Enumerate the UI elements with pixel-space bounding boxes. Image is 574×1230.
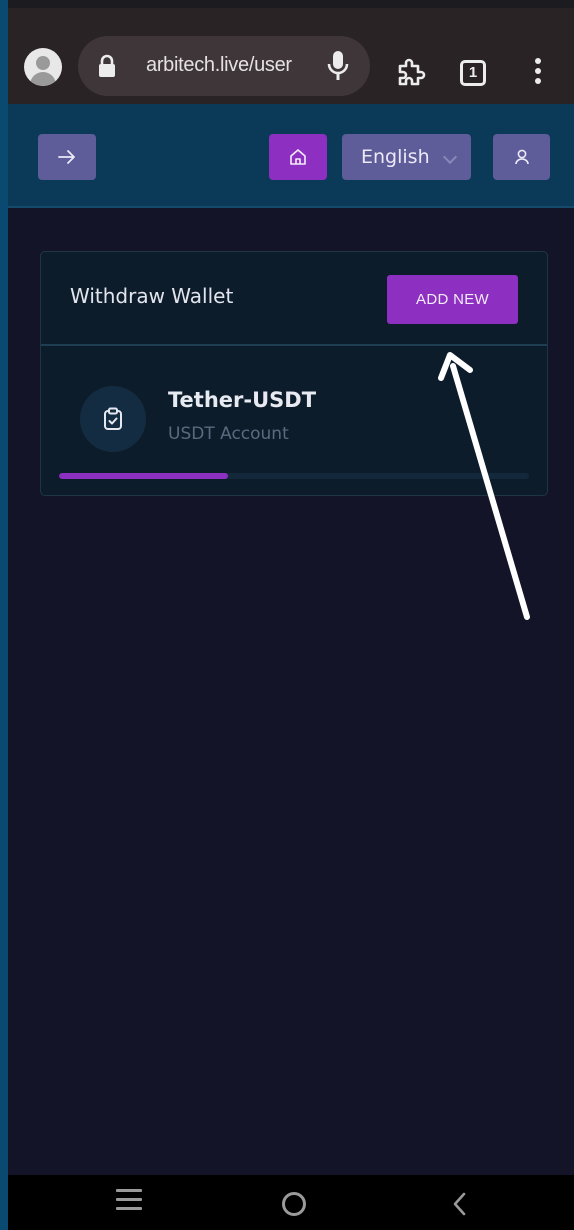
user-menu-button[interactable] xyxy=(493,134,550,180)
user-icon xyxy=(514,149,529,165)
mic-icon[interactable] xyxy=(326,50,350,82)
status-bar xyxy=(8,0,574,8)
browser-toolbar: arbitech.live/user 1 xyxy=(8,8,574,104)
chevron-down-icon xyxy=(442,149,458,165)
system-nav-bar xyxy=(8,1175,574,1230)
lock-icon xyxy=(99,54,115,77)
clipboard-check-icon xyxy=(104,407,122,430)
tab-switcher-icon[interactable]: 1 xyxy=(460,60,486,86)
language-select[interactable]: English xyxy=(342,134,471,180)
back-chevron-icon[interactable] xyxy=(448,1191,472,1217)
extensions-icon[interactable] xyxy=(394,56,426,88)
wallet-icon-badge xyxy=(80,386,146,452)
wallet-progress-bar xyxy=(59,473,529,479)
more-menu-icon[interactable] xyxy=(530,58,546,88)
arrow-right-icon xyxy=(58,150,75,164)
home-icon xyxy=(290,149,306,165)
wallet-progress-fill xyxy=(59,473,229,479)
home-circle-icon[interactable] xyxy=(282,1192,306,1216)
site-header: English xyxy=(8,104,574,208)
account-circle-icon[interactable] xyxy=(24,48,62,86)
address-bar[interactable]: arbitech.live/user xyxy=(78,36,370,96)
language-label: English xyxy=(361,146,430,168)
withdraw-wallet-card: Withdraw Wallet ADD NEW Tether-USDT USDT… xyxy=(40,251,548,496)
add-new-button[interactable]: ADD NEW xyxy=(387,275,518,324)
phone-screen: arbitech.live/user 1 English Withdraw Wa… xyxy=(8,0,574,1230)
card-header: Withdraw Wallet ADD NEW xyxy=(41,252,547,346)
url-text[interactable]: arbitech.live/user xyxy=(146,54,292,77)
home-button[interactable] xyxy=(269,134,327,180)
wallet-account-type: USDT Account xyxy=(168,424,289,444)
wallet-name[interactable]: Tether-USDT xyxy=(168,388,316,412)
recent-apps-icon[interactable] xyxy=(116,1189,144,1213)
card-title: Withdraw Wallet xyxy=(70,284,234,308)
sidebar-toggle-button[interactable] xyxy=(38,134,96,180)
